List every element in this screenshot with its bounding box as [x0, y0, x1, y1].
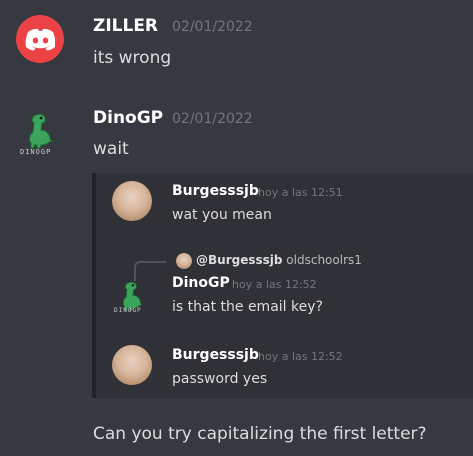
dino-avatar-caption: DINOGP: [20, 148, 52, 156]
dino-avatar-icon[interactable]: DINOGP: [112, 277, 152, 317]
message-author[interactable]: ZILLER: [93, 16, 158, 36]
dino-avatar-caption: DINOGP: [114, 307, 142, 314]
embed-message-author: Burgesssjb: [172, 183, 259, 199]
message-ziller: ZILLER 02/01/2022 its wrong: [0, 0, 473, 85]
embed-message-timestamp: hoy a las 12:52: [232, 278, 317, 291]
reply-mention: @Burgesssjb: [196, 253, 283, 267]
message-author[interactable]: DinoGP: [93, 108, 163, 128]
message-text: its wrong: [93, 48, 172, 68]
embed-message-author: Burgesssjb: [172, 347, 259, 363]
message-dinogp: DINOGP DinoGP 02/01/2022 wait: [0, 100, 473, 170]
embed-message-text: wat you mean: [172, 207, 272, 223]
reply-avatar-icon: [176, 253, 192, 269]
user-photo-avatar[interactable]: [112, 345, 152, 385]
discord-logo-icon[interactable]: [16, 15, 64, 63]
embed-message-author: DinoGP: [172, 275, 230, 291]
message-text: wait: [93, 139, 129, 159]
dino-avatar-icon[interactable]: DINOGP: [16, 108, 64, 156]
message-text: Can you try capitalizing the first lette…: [93, 424, 427, 444]
embed-message-text: password yes: [172, 371, 268, 387]
embed-message-timestamp: hoy a las 12:52: [258, 350, 343, 363]
reply-reference: @Burgesssjb oldschoolrs1: [196, 253, 362, 267]
user-photo-avatar[interactable]: [112, 181, 152, 221]
embedded-image[interactable]: Burgesssjb hoy a las 12:51 wat you mean …: [92, 173, 473, 398]
message-timestamp: 02/01/2022: [172, 111, 253, 127]
message-timestamp: 02/01/2022: [172, 19, 253, 35]
embed-message-timestamp: hoy a las 12:51: [258, 186, 343, 199]
reply-snippet: oldschoolrs1: [286, 253, 362, 267]
embed-message-text: is that the email key?: [172, 299, 323, 315]
